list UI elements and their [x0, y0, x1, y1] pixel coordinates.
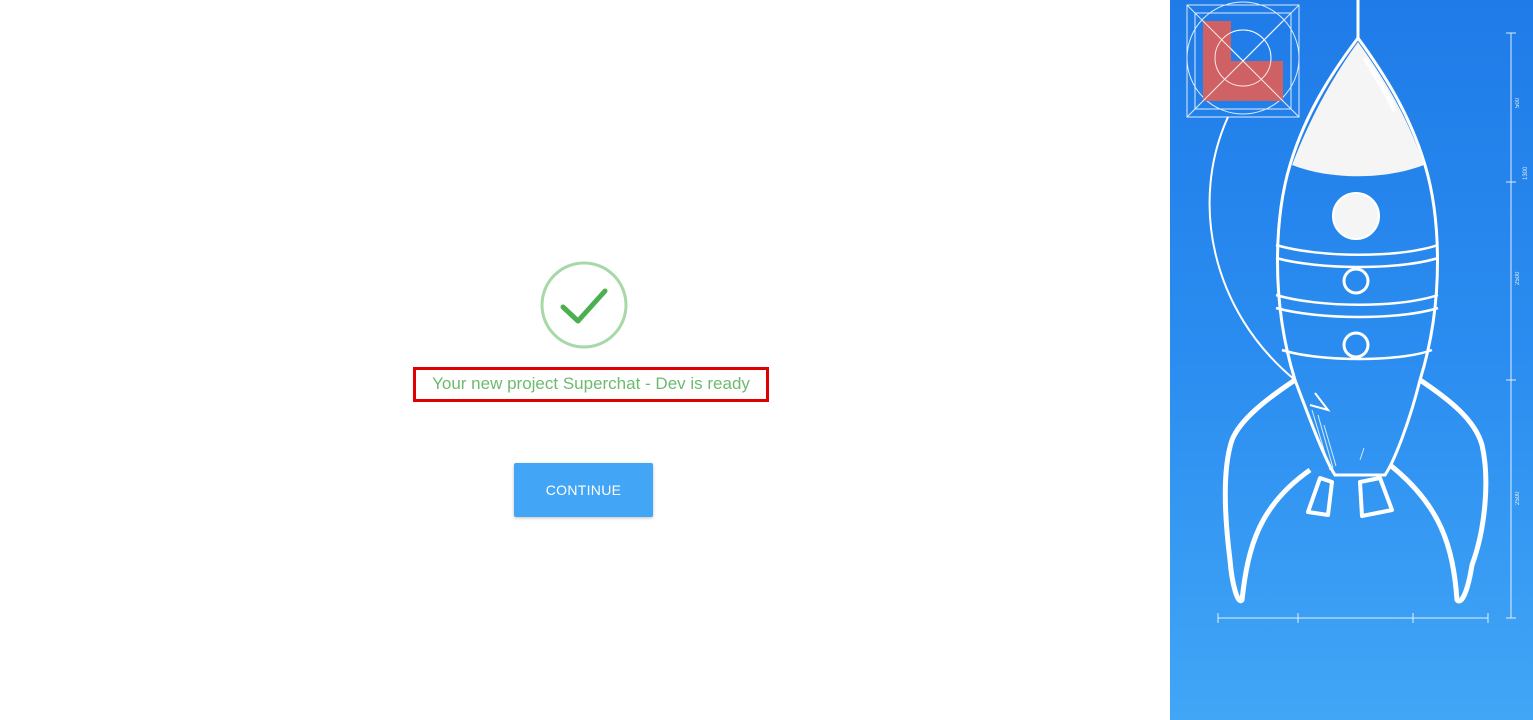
dimension-label: 500 [1515, 97, 1521, 108]
continue-button[interactable]: CONTINUE [514, 463, 653, 517]
project-ready-page: Your new project Superchat - Dev is read… [0, 0, 1533, 720]
dimension-label: 2500 [1515, 271, 1521, 285]
rocket-blueprint: 500 1300 2500 2500 [1186, 0, 1529, 623]
rocket-window [1332, 192, 1380, 240]
rocket-fins [1222, 377, 1489, 604]
rocket-illustration-panel: 500 1300 2500 2500 [1170, 0, 1533, 720]
project-ready-message: Your new project Superchat - Dev is read… [413, 367, 769, 402]
dimension-label: 2500 [1515, 491, 1521, 505]
dimension-label: 1300 [1523, 166, 1529, 180]
main-content: Your new project Superchat - Dev is read… [0, 0, 1170, 720]
check-circle-icon [540, 261, 628, 349]
